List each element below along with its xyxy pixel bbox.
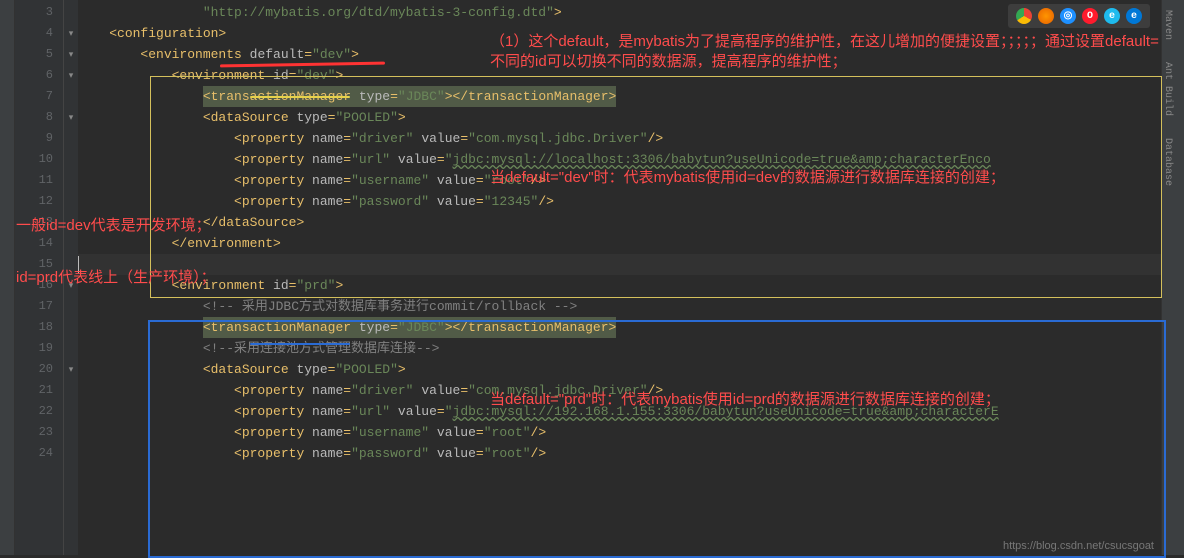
ide-editor: 3456789101112131415161718192021222324 ▾▾…	[0, 0, 1184, 555]
fold-marker[interactable]: ▾	[64, 107, 78, 128]
line-number[interactable]: 6	[15, 65, 63, 86]
fold-marker[interactable]	[64, 422, 78, 443]
code-line[interactable]: <property name="username" value="root"/>	[78, 170, 1161, 191]
code-line[interactable]	[78, 254, 1161, 275]
line-number[interactable]: 21	[15, 380, 63, 401]
opera-icon[interactable]: O	[1082, 8, 1098, 24]
code-line[interactable]: <!-- 采用JDBC方式对数据库事务进行commit/rollback -->	[78, 296, 1161, 317]
code-line[interactable]: <property name="password" value="root"/>	[78, 443, 1161, 464]
fold-marker[interactable]	[64, 296, 78, 317]
line-number[interactable]: 17	[15, 296, 63, 317]
left-tool-sidebar[interactable]	[0, 0, 15, 555]
code-line[interactable]: <!--采用连接池方式管理数据库连接-->	[78, 338, 1161, 359]
code-line[interactable]: <transactionManager type="JDBC"></transa…	[78, 86, 1161, 107]
fold-marker[interactable]	[64, 317, 78, 338]
fold-marker[interactable]	[64, 380, 78, 401]
code-line[interactable]: <transactionManager type="JDBC"></transa…	[78, 317, 1161, 338]
line-number[interactable]: 10	[15, 149, 63, 170]
blue-underline-id-prd	[250, 343, 350, 345]
fold-marker[interactable]	[64, 149, 78, 170]
fold-marker[interactable]	[64, 2, 78, 23]
edge-icon[interactable]: e	[1126, 8, 1142, 24]
fold-column[interactable]: ▾▾▾▾▾▾	[64, 0, 78, 555]
line-number[interactable]: 15	[15, 254, 63, 275]
line-number[interactable]: 11	[15, 170, 63, 191]
code-line[interactable]: <environment id="prd">	[78, 275, 1161, 296]
watermark: https://blog.csdn.net/csucsgoat	[1003, 540, 1154, 552]
line-number[interactable]: 18	[15, 317, 63, 338]
fold-marker[interactable]	[64, 86, 78, 107]
code-line[interactable]: <configuration>	[78, 23, 1161, 44]
fold-marker[interactable]	[64, 233, 78, 254]
code-line[interactable]: <property name="driver" value="com.mysql…	[78, 128, 1161, 149]
fold-marker[interactable]: ▾	[64, 359, 78, 380]
line-number-gutter[interactable]: 3456789101112131415161718192021222324	[15, 0, 64, 555]
code-line[interactable]: "http://mybatis.org/dtd/mybatis-3-config…	[78, 2, 1161, 23]
code-line[interactable]: <property name="url" value="jdbc:mysql:/…	[78, 149, 1161, 170]
line-number[interactable]: 16	[15, 275, 63, 296]
code-line[interactable]: <property name="password" value="12345"/…	[78, 191, 1161, 212]
line-number[interactable]: 7	[15, 86, 63, 107]
sidebar-label-maven[interactable]: Maven	[1162, 0, 1173, 40]
code-line[interactable]: </dataSource>	[78, 212, 1161, 233]
right-tool-sidebar[interactable]: Maven Ant Build Database	[1161, 0, 1184, 555]
code-editor-area[interactable]: "http://mybatis.org/dtd/mybatis-3-config…	[78, 0, 1161, 555]
code-line[interactable]: <dataSource type="POOLED">	[78, 107, 1161, 128]
line-number[interactable]: 12	[15, 191, 63, 212]
fold-marker[interactable]	[64, 191, 78, 212]
fold-marker[interactable]	[64, 128, 78, 149]
fold-marker[interactable]: ▾	[64, 23, 78, 44]
chrome-icon[interactable]	[1016, 8, 1032, 24]
fold-marker[interactable]	[64, 338, 78, 359]
ie-icon[interactable]: e	[1104, 8, 1120, 24]
line-number[interactable]: 23	[15, 422, 63, 443]
line-number[interactable]: 13	[15, 212, 63, 233]
fold-marker[interactable]: ▾	[64, 275, 78, 296]
code-line[interactable]: <environment id="dev">	[78, 65, 1161, 86]
code-line[interactable]: <property name="driver" value="com.mysql…	[78, 380, 1161, 401]
fold-marker[interactable]	[64, 254, 78, 275]
line-number[interactable]: 3	[15, 2, 63, 23]
sidebar-label-ant[interactable]: Ant Build	[1162, 52, 1173, 116]
fold-marker[interactable]: ▾	[64, 65, 78, 86]
fold-marker[interactable]	[64, 212, 78, 233]
line-number[interactable]: 22	[15, 401, 63, 422]
line-number[interactable]: 8	[15, 107, 63, 128]
line-number[interactable]: 9	[15, 128, 63, 149]
fold-marker[interactable]	[64, 401, 78, 422]
line-number[interactable]: 5	[15, 44, 63, 65]
sidebar-label-database[interactable]: Database	[1162, 128, 1173, 186]
fold-marker[interactable]	[64, 170, 78, 191]
code-line[interactable]: </environment>	[78, 233, 1161, 254]
firefox-icon[interactable]	[1038, 8, 1054, 24]
fold-marker[interactable]	[64, 443, 78, 464]
yellow-underline-id-dev	[250, 96, 350, 98]
code-line[interactable]: <dataSource type="POOLED">	[78, 359, 1161, 380]
safari-icon[interactable]: ◎	[1060, 8, 1076, 24]
code-line[interactable]: <environments default="dev">	[78, 44, 1161, 65]
line-number[interactable]: 19	[15, 338, 63, 359]
fold-marker[interactable]: ▾	[64, 44, 78, 65]
browser-preview-bar: ◎ O e e	[1008, 4, 1150, 28]
line-number[interactable]: 24	[15, 443, 63, 464]
code-line[interactable]: <property name="username" value="root"/>	[78, 422, 1161, 443]
line-number[interactable]: 14	[15, 233, 63, 254]
line-number[interactable]: 20	[15, 359, 63, 380]
line-number[interactable]: 4	[15, 23, 63, 44]
code-line[interactable]: <property name="url" value="jdbc:mysql:/…	[78, 401, 1161, 422]
